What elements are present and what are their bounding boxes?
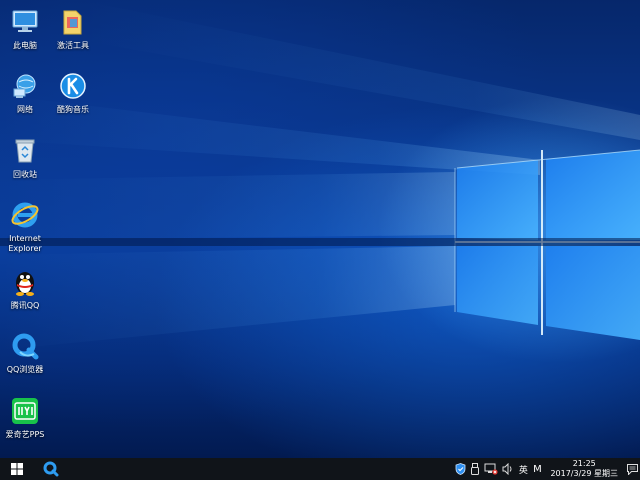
desktop-icon-label: 爱奇艺PPS: [5, 430, 45, 439]
notification-icon: [626, 463, 638, 475]
shield-icon: [456, 463, 466, 475]
desktop-icon-label: QQ浏览器: [6, 365, 44, 374]
shield-tray-button[interactable]: [453, 458, 468, 480]
recycle-bin-icon: [9, 135, 41, 167]
usb-tray-button[interactable]: [468, 458, 482, 480]
network-status-icon: [484, 463, 499, 475]
desktop-icon-internet-explorer[interactable]: Internet Explorer: [0, 199, 53, 254]
desktop-icon-qq-browser[interactable]: QQ浏览器: [0, 330, 53, 375]
desktop-icon-kugou-music[interactable]: 酷狗音乐: [45, 70, 101, 115]
iqiyi-icon: [9, 395, 41, 427]
action-center-button[interactable]: [624, 458, 640, 480]
ime-mode-button[interactable]: M: [530, 458, 544, 480]
ie-icon: [9, 199, 41, 231]
network-icon: [9, 70, 41, 102]
desktop-icon-iqiyi-pps[interactable]: 爱奇艺PPS: [0, 395, 53, 440]
wallpaper-light-beams: [0, 0, 640, 350]
volume-icon: [502, 463, 512, 475]
computer-icon: [9, 6, 41, 38]
desktop-icon-label: Internet Explorer: [8, 234, 42, 253]
qq-browser-icon: [9, 330, 41, 362]
clock-date: 2017/3/29 星期三: [550, 469, 618, 478]
network-tray-button[interactable]: [482, 458, 500, 480]
ime-language-button[interactable]: 英: [516, 458, 530, 480]
system-tray: 英 M 21:25 2017/3/29 星期三: [453, 458, 640, 480]
clock-time: 21:25: [572, 459, 596, 468]
usb-icon: [471, 463, 480, 475]
folder-icon: [57, 6, 89, 38]
taskbar: 英 M 21:25 2017/3/29 星期三: [0, 458, 640, 480]
desktop-icon-label: 腾讯QQ: [10, 301, 40, 310]
desktop-icon-label: 激活工具: [57, 41, 89, 50]
qq-penguin-icon: [9, 266, 41, 298]
start-button[interactable]: [0, 458, 34, 480]
clock[interactable]: 21:25 2017/3/29 星期三: [544, 459, 624, 479]
volume-tray-button[interactable]: [500, 458, 516, 480]
kugou-icon: [57, 70, 89, 102]
desktop-icon-tencent-qq[interactable]: 腾讯QQ: [0, 266, 53, 311]
windows-logo-icon: [11, 463, 23, 475]
qq-browser-icon: [43, 461, 59, 477]
qq-browser-taskbar-button[interactable]: [34, 458, 68, 480]
desktop-icon-activation-tool[interactable]: 激活工具: [45, 6, 101, 51]
desktop-icon-label: 酷狗音乐: [57, 105, 89, 114]
desktop[interactable]: 此电脑 激活工具 网络 酷狗音乐 回收站 Internet Explorer 腾…: [0, 0, 640, 458]
desktop-icon-recycle-bin[interactable]: 回收站: [0, 135, 53, 180]
desktop-icon-label: 回收站: [13, 170, 37, 179]
